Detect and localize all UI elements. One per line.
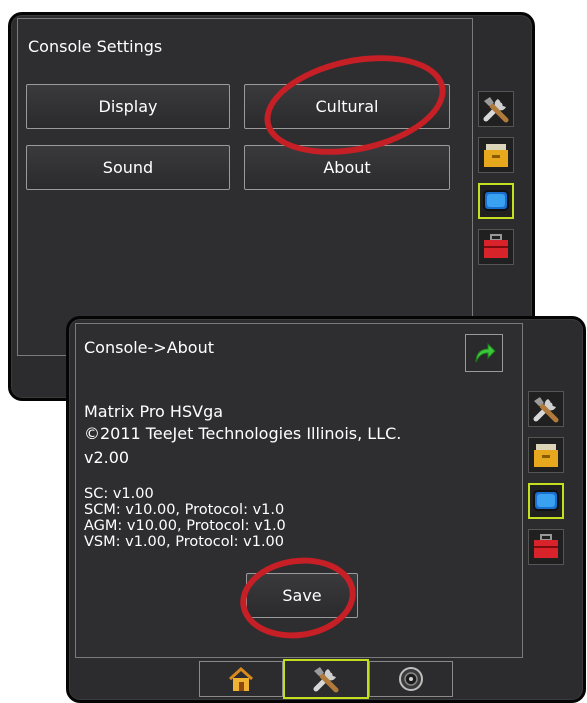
- console-about-screen: Console->About Matrix Pro HSVga ©2011 Te…: [66, 316, 586, 703]
- module-version: SCM: v10.00, Protocol: v1.0: [84, 502, 285, 518]
- tab-gauge[interactable]: [369, 661, 453, 697]
- software-version: v2.00: [84, 448, 130, 467]
- back-button[interactable]: [465, 334, 503, 372]
- console-icon: [533, 490, 559, 511]
- home-icon: [228, 666, 254, 691]
- tab-tools[interactable]: [528, 391, 564, 427]
- data-icon: [534, 444, 558, 467]
- save-button[interactable]: Save: [246, 573, 358, 618]
- page-title: Console Settings: [28, 37, 163, 56]
- tab-data[interactable]: [478, 137, 514, 173]
- sound-button[interactable]: Sound: [26, 145, 230, 190]
- tools-icon: [533, 397, 559, 423]
- display-button[interactable]: Display: [26, 84, 230, 129]
- tab-console[interactable]: [478, 183, 514, 219]
- page-title: Console->About: [84, 338, 214, 357]
- console-icon: [483, 190, 509, 211]
- tools-icon: [483, 97, 509, 123]
- module-version: SC: v1.00: [84, 486, 154, 502]
- copyright-text: ©2011 TeeJet Technologies Illinois, LLC.: [84, 424, 402, 443]
- console-settings-panel: Console Settings Display Cultural Sound …: [17, 18, 473, 356]
- tab-data[interactable]: [528, 437, 564, 473]
- toolbox-icon: [534, 534, 558, 558]
- product-name: Matrix Pro HSVga: [84, 402, 224, 421]
- tab-tools[interactable]: [478, 91, 514, 127]
- tab-console[interactable]: [528, 483, 564, 519]
- tab-home[interactable]: [199, 661, 283, 697]
- tab-toolbox[interactable]: [478, 229, 514, 265]
- module-version: VSM: v1.00, Protocol: v1.00: [84, 534, 285, 550]
- module-version: AGM: v10.00, Protocol: v1.0: [84, 518, 286, 534]
- about-panel: Console->About Matrix Pro HSVga ©2011 Te…: [75, 323, 523, 658]
- cultural-button[interactable]: Cultural: [244, 84, 450, 129]
- tab-toolbox[interactable]: [528, 529, 564, 565]
- tools-icon: [313, 667, 339, 693]
- toolbox-icon: [484, 234, 508, 258]
- about-button[interactable]: About: [244, 145, 450, 190]
- return-arrow-icon: [475, 342, 496, 363]
- data-icon: [484, 144, 508, 167]
- tab-tools-bottom[interactable]: [283, 659, 369, 699]
- gauge-icon: [399, 667, 423, 691]
